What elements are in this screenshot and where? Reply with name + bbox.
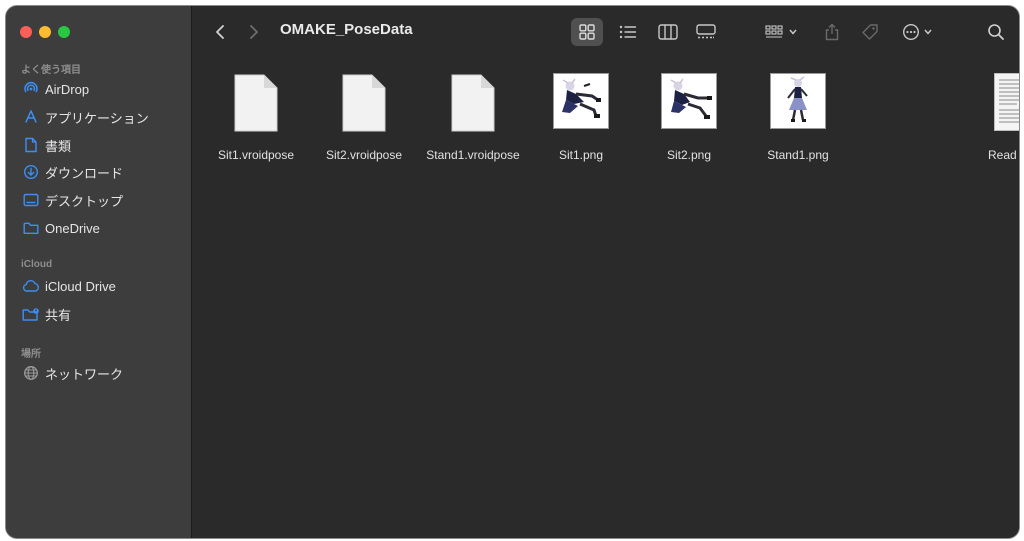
file-item[interactable]: Stand1.vroidpose (419, 72, 527, 172)
back-button[interactable] (210, 20, 230, 44)
image-thumbnail (553, 73, 609, 129)
view-gallery-button[interactable] (690, 18, 722, 46)
grid-icon (579, 24, 595, 40)
group-by-button[interactable] (760, 18, 802, 46)
sidebar-item-label: iCloud Drive (45, 278, 116, 294)
sidebar-item-desktop[interactable]: デスクトップ (14, 188, 184, 212)
sidebar-item-downloads[interactable]: ダウンロード (14, 160, 184, 184)
chevron-right-icon (250, 25, 258, 39)
file-item[interactable]: Stand1.png (744, 72, 852, 172)
sidebar-item-documents[interactable]: 書類 (14, 133, 184, 157)
image-thumbnail (770, 73, 826, 129)
file-item[interactable]: Sit2.png (635, 72, 743, 172)
sidebar-item-label: デスクトップ (45, 193, 124, 209)
window-title: OMAKE_PoseData (280, 21, 413, 38)
close-window-button[interactable] (20, 26, 32, 38)
file-name: Stand1.png (767, 148, 829, 162)
document-file-icon (234, 72, 278, 137)
text-document-icon (994, 73, 1019, 131)
file-item[interactable]: Sit2.vroidpose (310, 72, 418, 172)
file-item[interactable]: Sit1.png (527, 72, 635, 172)
share-icon (825, 23, 839, 41)
sidebar-item-network[interactable]: ネットワーク (14, 361, 184, 385)
sidebar-item-label: 書類 (45, 138, 72, 154)
applications-icon (21, 108, 41, 126)
cloud-icon (21, 277, 41, 295)
ellipsis-circle-icon (902, 23, 920, 41)
more-actions-button[interactable] (897, 18, 937, 46)
search-button[interactable] (982, 18, 1010, 46)
sidebar-section-header-favorites: よく使う項目 (21, 65, 81, 76)
sidebar-section-header-icloud: iCloud (21, 259, 53, 270)
sidebar-item-shared[interactable]: 共有 (14, 302, 184, 326)
folder-icon (21, 219, 41, 237)
tag-icon (862, 24, 878, 40)
sidebar-item-label: ダウンロード (45, 165, 124, 181)
file-item[interactable]: Read (966, 72, 1019, 172)
sidebar-item-label: アプリケーション (45, 110, 149, 126)
airdrop-icon (21, 80, 41, 98)
gallery-icon (696, 24, 716, 39)
chevron-down-icon (789, 29, 797, 35)
chevron-left-icon (216, 25, 224, 39)
shared-folder-icon (21, 305, 41, 323)
globe-icon (21, 364, 41, 382)
document-file-icon (451, 72, 495, 137)
file-item[interactable]: Sit1.vroidpose (202, 72, 310, 172)
view-icons-button[interactable] (571, 18, 603, 46)
forward-button[interactable] (244, 20, 264, 44)
sidebar-section-header-locations: 場所 (21, 349, 41, 360)
share-button[interactable] (818, 18, 846, 46)
tag-button[interactable] (856, 18, 884, 46)
sidebar: よく使う項目 AirDrop アプリケーション 書類 ダウンロード デスクトップ… (6, 6, 192, 538)
download-icon (21, 163, 41, 181)
sidebar-item-label: AirDrop (45, 81, 90, 97)
file-name: Read (988, 148, 1017, 162)
desktop-icon (21, 191, 41, 209)
list-icon (619, 25, 636, 39)
document-file-icon (342, 72, 386, 137)
finder-window: よく使う項目 AirDrop アプリケーション 書類 ダウンロード デスクトップ… (6, 6, 1019, 538)
chevron-down-icon (924, 29, 932, 35)
group-icon (765, 25, 783, 38)
search-icon (988, 24, 1004, 40)
sidebar-item-airdrop[interactable]: AirDrop (14, 77, 184, 101)
view-list-button[interactable] (612, 18, 644, 46)
sidebar-item-label: 共有 (45, 307, 72, 323)
columns-icon (658, 24, 678, 40)
minimize-window-button[interactable] (39, 26, 51, 38)
content-area: OMAKE_PoseData Sit1.vroidpose Sit2.vroid… (192, 6, 1019, 538)
sidebar-item-label: OneDrive (45, 220, 100, 236)
sidebar-item-applications[interactable]: アプリケーション (14, 105, 184, 129)
document-icon (21, 136, 41, 154)
sidebar-item-icloud-drive[interactable]: iCloud Drive (14, 274, 184, 298)
maximize-window-button[interactable] (58, 26, 70, 38)
toolbar: OMAKE_PoseData (192, 6, 1019, 58)
view-columns-button[interactable] (652, 18, 684, 46)
sidebar-item-label: ネットワーク (45, 366, 124, 382)
sidebar-item-onedrive[interactable]: OneDrive (14, 216, 184, 240)
image-thumbnail (661, 73, 717, 129)
